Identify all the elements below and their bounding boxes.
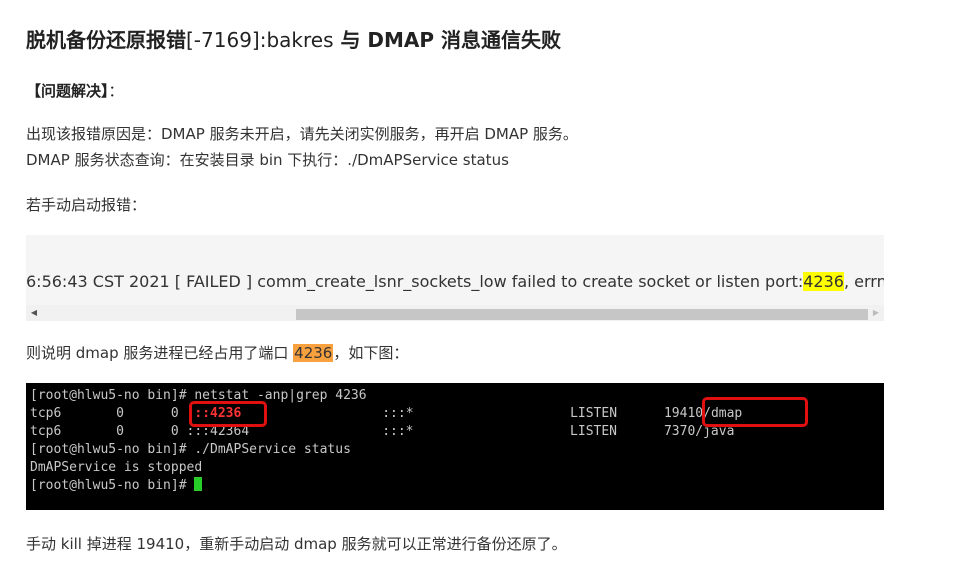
error-code-block[interactable]: 6:56:43 CST 2021 [ FAILED ] comm_create_… — [26, 235, 884, 321]
scroll-left-arrow-icon[interactable]: ◀ — [26, 305, 42, 321]
scrollbar-thumb[interactable] — [296, 309, 868, 320]
cause-paragraph: 出现该报错原因是：DMAP 服务未开启，请先关闭实例服务，再开启 DMAP 服务… — [26, 125, 578, 143]
port-occupied-paragraph: 则说明 dmap 服务进程已经占用了端口 4236，如下图： — [26, 340, 408, 366]
terminal-screenshot: [root@hlwu5-no bin]# netstat -anp|grep 4… — [26, 383, 884, 510]
scroll-right-arrow-icon[interactable]: ▶ — [868, 305, 884, 321]
terminal-line-status-cmd: [root@hlwu5-no bin]# ./DmAPService statu… — [30, 442, 351, 457]
manual-start-paragraph: 若手动启动报错： — [26, 196, 147, 214]
solution-label: 【问题解决】 — [26, 82, 109, 100]
terminal-line-tcp6-java: tcp6 0 0 :::42364 :::* LISTEN 7370/java — [30, 424, 735, 439]
port-occupied-text: 则说明 dmap 服务进程已经占用了端口 — [26, 344, 294, 362]
title-prefix: 脱机备份还原报错 — [26, 28, 186, 52]
terminal-line-prompt: [root@hlwu5-no bin]# — [30, 477, 203, 495]
annotation-box-port — [189, 401, 267, 427]
error-port-highlight: 4236 — [803, 272, 844, 291]
port-highlight: 4236 — [293, 344, 334, 362]
title-suffix: 与 DMAP 消息通信失败 — [333, 28, 562, 52]
solution-colon: ： — [108, 82, 124, 100]
final-paragraph: 手动 kill 掉进程 19410，重新手动启动 dmap 服务就可以正常进行备… — [26, 535, 567, 553]
solution-heading: 【问题解决】： — [26, 80, 124, 101]
terminal-cursor — [194, 477, 203, 491]
terminal-line-tcp6-dmap: tcp6 0 0 :::4236 :::* LISTEN 19410/dmap — [30, 406, 743, 421]
status-query-paragraph: DMAP 服务状态查询：在安装目录 bin 下执行：./DmAPService … — [26, 151, 509, 169]
error-log-text: 6:56:43 CST 2021 [ FAILED ] comm_create_… — [26, 272, 804, 291]
error-log-suffix: , errno:98. — [843, 272, 884, 291]
error-log-line: 6:56:43 CST 2021 [ FAILED ] comm_create_… — [26, 272, 884, 291]
horizontal-scrollbar[interactable]: ◀ ▶ — [26, 305, 884, 321]
title-error-code: [-7169]:bakres — [186, 28, 334, 52]
page-title: 脱机备份还原报错[-7169]:bakres 与 DMAP 消息通信失败 — [26, 24, 561, 53]
annotation-box-pid — [702, 397, 808, 427]
port-occupied-suffix: ，如下图： — [333, 344, 409, 362]
terminal-line-stopped: DmAPService is stopped — [30, 460, 203, 475]
